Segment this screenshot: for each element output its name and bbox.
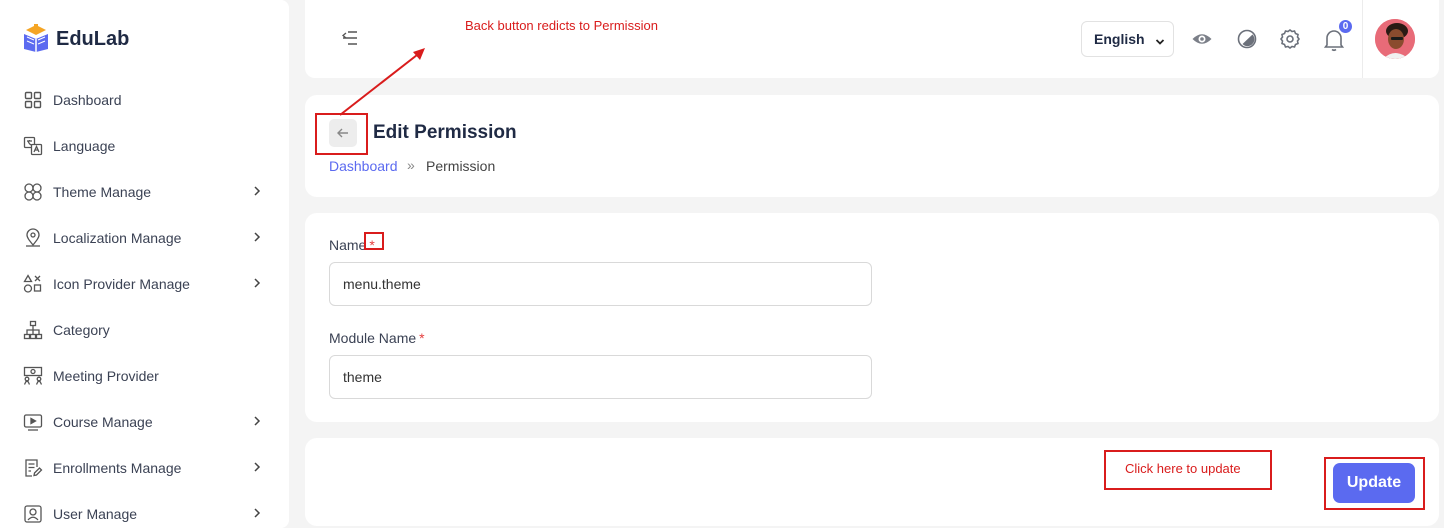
annotation-box-back — [315, 113, 368, 155]
annotation-arrow — [339, 48, 425, 116]
annotation-update-note: Click here to update — [1125, 461, 1241, 476]
annotation-box-update — [1324, 457, 1425, 510]
annotation-box-required — [364, 232, 384, 250]
